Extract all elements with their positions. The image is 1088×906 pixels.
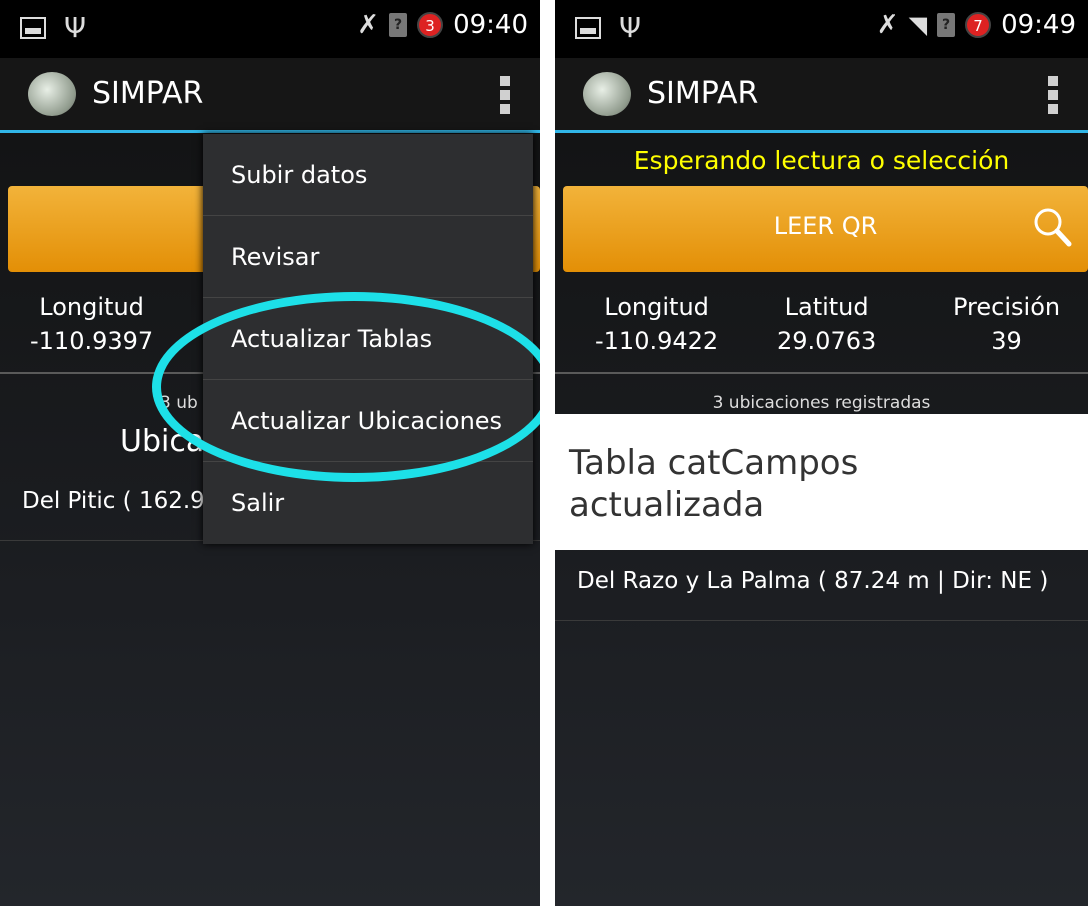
longitude-value: -110.9422 [595, 327, 719, 355]
longitude: Longitud -110.9397 [30, 290, 153, 358]
status-time: 09:49 [1001, 10, 1076, 40]
usb-icon: Ψ [64, 11, 87, 44]
locations-count: 3 ubicaciones registradas [712, 393, 931, 413]
toast-message: Tabla catCampos actualizada [555, 414, 1088, 550]
mute-icon: ✗ [876, 10, 899, 40]
read-qr-label: LEER QR [773, 212, 878, 240]
app-title: SIMPAR [647, 76, 759, 111]
mute-icon: ✗ [357, 10, 380, 40]
notification-badge: 7 [965, 12, 992, 38]
coordinates: Longitud -110.9422 Latitud 29.0763 Preci… [555, 290, 1088, 370]
app-title: SIMPAR [92, 76, 204, 111]
search-icon [1034, 208, 1072, 247]
wifi-icon: ◥ [908, 11, 928, 39]
list-item-label: Del Razo y La Palma ( 87.24 m | Dir: NE … [577, 568, 1049, 594]
latitude: Latitud 29.0763 [777, 290, 876, 358]
toast-line-2: actualizada [569, 485, 765, 525]
latitude-label: Latitud [784, 293, 869, 321]
status-message: Esperando lectura o selección [633, 146, 1010, 175]
app-logo[interactable] [28, 72, 76, 116]
highlight-ellipse [152, 292, 540, 482]
list-item[interactable]: Del Razo y La Palma ( 87.24 m | Dir: NE … [555, 550, 1088, 621]
left-screen: Ψ ✗ ? 3 09:40 SIMPAR Esperand Longitud -… [0, 0, 540, 906]
longitude-value: -110.9397 [30, 327, 154, 355]
latitude-value: 29.0763 [777, 327, 877, 355]
toast-line-1: Tabla catCampos [569, 443, 859, 483]
notification-badge: 3 [417, 12, 444, 38]
status-bar: Ψ ✗ ? 3 09:40 [0, 0, 540, 58]
sim-icon: ? [937, 13, 956, 37]
image-icon [20, 17, 46, 39]
image-icon [575, 17, 601, 39]
app-logo[interactable] [583, 72, 631, 116]
action-bar: SIMPAR [555, 58, 1088, 133]
menu-item-revisar[interactable]: Revisar [203, 216, 533, 298]
action-bar: SIMPAR [0, 58, 540, 133]
precision-value: 39 [991, 327, 1022, 355]
longitude-label: Longitud [39, 293, 144, 321]
longitude: Longitud -110.9422 [595, 290, 718, 358]
precision-label: Precisión [953, 293, 1061, 321]
overflow-menu-icon[interactable] [1048, 76, 1058, 114]
right-screen: Ψ ✗ ◥ ? 7 09:49 SIMPAR Esperando lectura… [555, 0, 1088, 906]
overflow-menu-icon[interactable] [500, 76, 510, 114]
divider [555, 372, 1088, 374]
menu-item-subir-datos[interactable]: Subir datos [203, 134, 533, 216]
status-bar: Ψ ✗ ◥ ? 7 09:49 [555, 0, 1088, 58]
status-time: 09:40 [453, 10, 528, 40]
precision: Precisión 39 [953, 290, 1060, 358]
usb-icon: Ψ [619, 11, 642, 44]
read-qr-button[interactable]: LEER QR [563, 186, 1088, 272]
longitude-label: Longitud [604, 293, 709, 321]
list-item-label: Del Pitic ( 162.9 [22, 488, 205, 514]
sim-icon: ? [389, 13, 408, 37]
